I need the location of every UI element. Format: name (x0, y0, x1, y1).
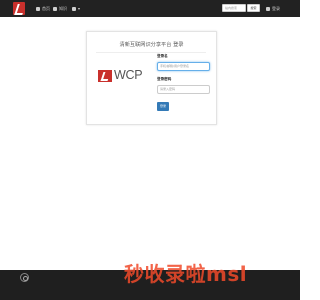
search-input[interactable]: 站内搜索 (222, 4, 246, 12)
search-button[interactable]: 搜索 (247, 4, 260, 12)
user-icon (266, 6, 270, 11)
footer-logo-icon (20, 273, 29, 282)
chevron-down-icon: ▾ (78, 6, 81, 11)
top-navbar: 首页 知识 ▾ 站内搜索 搜索 登录 (0, 0, 300, 17)
login-button[interactable]: 登录 (157, 102, 169, 111)
divider (96, 52, 206, 53)
brand-logo-icon[interactable] (13, 2, 25, 15)
wcp-logo-icon (98, 70, 112, 82)
page-title: 清新互联网识分享平台 登录 (119, 42, 184, 48)
username-label: 登录名 (157, 54, 168, 58)
nav-home[interactable]: 首页 (36, 0, 50, 17)
watermark: 秒收录啦msl (124, 262, 248, 286)
grid-icon (72, 6, 76, 11)
wcp-logo-text: WCP (114, 68, 143, 82)
nav-knowledge[interactable]: 知识 (53, 0, 67, 17)
nav-home-label: 首页 (42, 5, 50, 11)
nav-more-dropdown[interactable]: ▾ (72, 0, 80, 17)
book-icon (53, 6, 57, 11)
username-field[interactable]: 手机/邮箱/用户登录名 (157, 62, 210, 71)
nav-login[interactable]: 登录 (266, 0, 280, 17)
login-panel: 清新互联网识分享平台 登录 WCP 登录名 手机/邮箱/用户登录名 登录密码 请… (86, 31, 217, 125)
password-label: 登录密码 (157, 77, 172, 81)
nav-login-label: 登录 (272, 5, 280, 11)
home-icon (36, 6, 40, 11)
password-field[interactable]: 请录入密码 (157, 85, 210, 94)
nav-knowledge-label: 知识 (59, 5, 67, 11)
wcp-logo: WCP (98, 68, 143, 83)
